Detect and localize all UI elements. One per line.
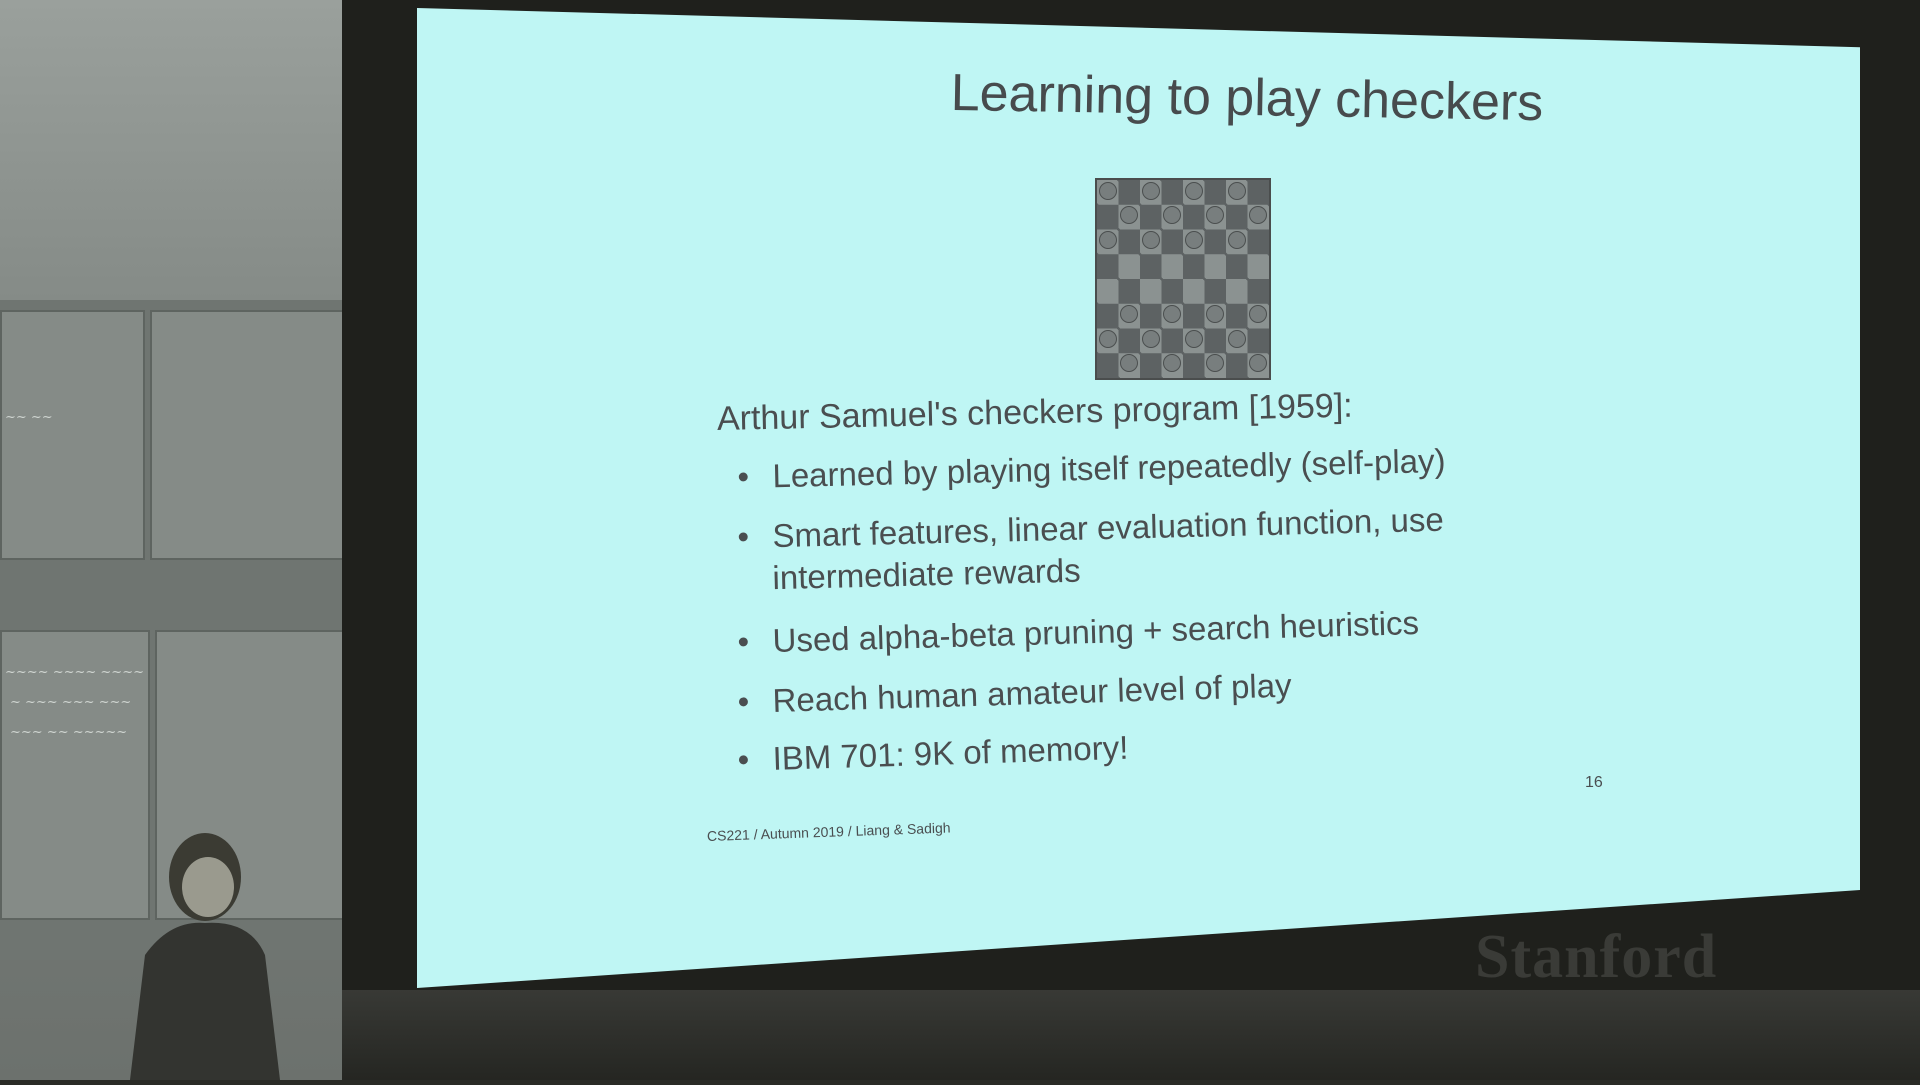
checker-piece [1142, 182, 1160, 200]
slide-title: Learning to play checkers [950, 63, 1544, 133]
checker-piece [1249, 354, 1267, 372]
checker-piece [1163, 354, 1181, 372]
upper-wall [0, 0, 365, 300]
checker-piece [1228, 330, 1246, 348]
bullet-text: Learned by playing itself repeatedly (se… [772, 441, 1446, 495]
bullet-dot: • [737, 740, 750, 778]
checker-piece [1120, 206, 1138, 224]
chalkboard-panel [0, 310, 145, 560]
checker-piece [1185, 182, 1203, 200]
checker-piece [1206, 206, 1224, 224]
wall-logo-text: Stanford [1475, 923, 1718, 991]
checker-piece [1142, 330, 1160, 348]
presenter [90, 815, 320, 1080]
checker-piece [1142, 231, 1160, 249]
checker-piece [1163, 206, 1181, 224]
checker-piece [1185, 330, 1203, 348]
checker-piece [1206, 305, 1224, 323]
checker-piece [1099, 231, 1117, 249]
slide-page-number: 16 [1585, 774, 1603, 791]
checker-piece [1249, 206, 1267, 224]
checker-piece [1163, 305, 1181, 323]
chalk-scribble: ~~ ~~ [5, 410, 53, 425]
bullet-dot: • [737, 682, 750, 720]
checker-piece [1228, 231, 1246, 249]
checker-piece [1249, 305, 1267, 323]
slide-footer: CS221 / Autumn 2019 / Liang & Sadigh [706, 819, 951, 844]
bullet-dot: • [737, 622, 750, 660]
bullet-text: Used alpha-beta pruning + search heurist… [772, 603, 1420, 660]
projected-slide: Learning to play checkers Arthur Samuel'… [417, 8, 1860, 988]
checker-piece [1120, 354, 1138, 372]
bullet-dot: • [737, 457, 750, 495]
checker-piece [1228, 182, 1246, 200]
checker-piece [1185, 231, 1203, 249]
bullet-text: IBM 701: 9K of memory! [772, 728, 1129, 777]
bullet-text: Reach human amateur level of play [772, 666, 1293, 719]
chalk-scribble: ~ ~~~ ~~~ ~~~ [10, 695, 132, 710]
checker-piece [1206, 354, 1224, 372]
screen-base [342, 990, 1920, 1080]
classroom-background [0, 0, 380, 1080]
checker-piece [1099, 182, 1117, 200]
chalk-scribble: ~~~~ ~~~~ ~~~~ [5, 665, 144, 680]
checker-pieces [1095, 178, 1267, 376]
checker-piece [1120, 305, 1138, 323]
chalkboard-panel [150, 310, 360, 560]
checker-piece [1099, 330, 1117, 348]
slide-intro-text: Arthur Samuel's checkers program [1959]: [716, 386, 1354, 438]
bullet-dot: • [737, 517, 750, 555]
chalk-scribble: ~~~ ~~ ~~~~~ [10, 725, 128, 740]
